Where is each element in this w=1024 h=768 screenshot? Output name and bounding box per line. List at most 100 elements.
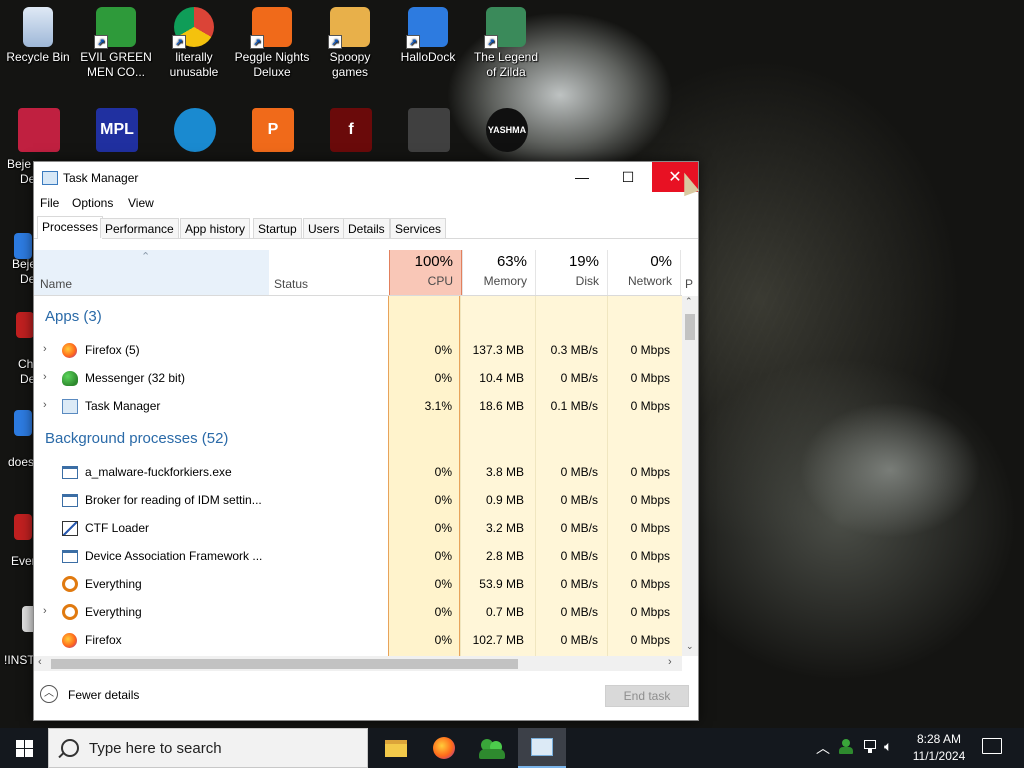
process-cpu-value: 0% — [434, 493, 452, 507]
status-column-label: Status — [274, 277, 309, 291]
expand-chevron-icon[interactable]: › — [43, 343, 47, 355]
process-row[interactable]: › Messenger (32 bit) 0% 10.4 MB 0 MB/s 0 Mbps — [34, 364, 682, 392]
network-column-header[interactable]: 0% Network — [607, 250, 680, 295]
title-bar[interactable]: Task Manager — ☐ ✕ — [34, 162, 698, 193]
everything-search-icon — [62, 576, 78, 592]
task-manager-icon — [531, 738, 553, 756]
process-row[interactable]: Broker for reading of IDM settin... 0% 0.9… — [34, 486, 682, 514]
disk-column-header[interactable]: 19% Disk — [535, 250, 607, 295]
network-icon[interactable] — [863, 740, 879, 754]
group-header-background[interactable]: Background processes (52) — [45, 430, 228, 447]
vertical-scroll-thumb[interactable] — [685, 314, 695, 340]
desktop-icon[interactable]: ↗ literally unusable — [156, 7, 232, 80]
notification-center-icon[interactable] — [982, 738, 1002, 754]
edge-icon[interactable] — [174, 108, 216, 152]
file-explorer-taskbar-button[interactable] — [372, 728, 420, 768]
maximize-button[interactable]: ☐ — [605, 162, 651, 192]
start-button[interactable] — [0, 728, 48, 768]
collapse-chevron-icon[interactable]: ︿ — [40, 685, 58, 703]
desktop-icon-label: !INST — [4, 653, 35, 667]
minimize-button[interactable]: — — [559, 162, 605, 192]
task-manager-taskbar-button[interactable] — [518, 728, 566, 768]
tab-startup[interactable]: Startup — [253, 218, 302, 238]
memory-label: Memory — [483, 274, 527, 288]
desktop-icon[interactable]: Recycle Bin — [0, 7, 76, 65]
expand-chevron-icon[interactable]: › — [43, 371, 47, 383]
process-row[interactable]: Everything 0% 53.9 MB 0 MB/s 0 Mbps — [34, 570, 682, 598]
horizontal-scroll-thumb[interactable] — [51, 659, 518, 669]
tab-performance[interactable]: Performance — [100, 218, 179, 238]
scroll-down-icon[interactable]: ⌄ — [686, 641, 694, 652]
desktop-icon-label: Recycle Bin — [6, 50, 70, 64]
process-network-value: 0 Mbps — [630, 465, 670, 479]
messenger-tray-icon[interactable] — [838, 739, 854, 755]
volume-icon[interactable]: 🔈︎ — [884, 738, 892, 755]
process-name: Broker for reading of IDM settin... — [85, 493, 262, 507]
desktop-icon[interactable]: ↗ HalloDock — [390, 7, 466, 65]
messenger-people-icon: ↗ — [94, 7, 136, 49]
process-network-value: 0 Mbps — [630, 549, 670, 563]
process-row[interactable]: › Task Manager 3.1% 18.6 MB 0.1 MB/s 0 Mbps — [34, 392, 682, 420]
firefox-taskbar-button[interactable] — [420, 728, 468, 768]
scroll-up-icon[interactable]: ⌃ — [685, 296, 693, 307]
process-row[interactable]: Firefox 0% 102.7 MB 0 MB/s 0 Mbps — [34, 626, 682, 654]
tab-users[interactable]: Users — [303, 218, 345, 238]
clock[interactable]: 8:28 AM 11/1/2024 — [900, 731, 978, 765]
menu-view[interactable]: View — [128, 196, 154, 210]
mpl-icon[interactable]: MPL — [96, 108, 138, 152]
desktop-icon[interactable]: ↗ EVIL GREEN MEN CO... — [78, 7, 154, 80]
menu-options[interactable]: Options — [72, 196, 113, 210]
desktop-icon[interactable]: ↗ The Legend of Zilda — [468, 7, 544, 80]
messenger-taskbar-button[interactable] — [468, 728, 516, 768]
tab-services[interactable]: Services — [390, 218, 447, 238]
process-cpu-value: 0% — [434, 549, 452, 563]
tab-processes[interactable]: Processes — [37, 216, 104, 239]
peggle-icon[interactable]: P — [252, 108, 294, 152]
process-memory-value: 0.7 MB — [485, 605, 524, 619]
desktop-icon-label: Ch — [18, 357, 34, 371]
chevron-up-icon[interactable]: ︿ — [816, 738, 830, 758]
taskbar-search-box[interactable]: Type here to search — [48, 728, 368, 768]
memory-column-header[interactable]: 63% Memory — [462, 250, 535, 295]
process-memory-value: 18.6 MB — [479, 399, 524, 413]
status-column-header[interactable]: Status — [269, 250, 389, 295]
group-header-apps[interactable]: Apps (3) — [45, 308, 102, 325]
end-task-button[interactable]: End task — [605, 685, 689, 707]
process-row[interactable]: › Firefox (5) 0% 137.3 MB 0.3 MB/s 0 Mbps — [34, 336, 682, 364]
yashma-icon[interactable]: YASHMA — [486, 108, 528, 152]
process-name: CTF Loader — [85, 521, 150, 535]
expand-chevron-icon[interactable]: › — [43, 605, 47, 617]
expand-chevron-icon[interactable]: › — [43, 399, 47, 411]
desktop-icon[interactable]: ↗ Peggle Nights Deluxe — [234, 7, 310, 80]
process-row[interactable]: a_malware-fuckforkiers.exe 0% 3.8 MB 0 MB/s… — [34, 458, 682, 486]
process-cpu-value: 0% — [434, 633, 452, 647]
flash-icon[interactable]: f — [330, 108, 372, 152]
process-row[interactable]: CTF Loader 0% 3.2 MB 0 MB/s 0 Mbps — [34, 514, 682, 542]
power-column-header[interactable]: P — [680, 250, 693, 295]
desktop-shortcut-icon[interactable] — [14, 410, 32, 436]
process-row[interactable]: › Everything 0% 0.7 MB 0 MB/s 0 Mbps — [34, 598, 682, 626]
desktop-shortcut-icon[interactable] — [14, 514, 32, 540]
process-name: Messenger (32 bit) — [85, 371, 186, 385]
desktop-icon-label: does — [8, 455, 35, 469]
desktop-shortcut-icon[interactable] — [14, 233, 32, 259]
gamepad-shortcut-icon[interactable] — [408, 108, 450, 152]
column-header: ⌃ Name Status 100% CPU 63% Memory 19% Di… — [34, 250, 693, 296]
process-memory-value: 0.9 MB — [485, 493, 524, 507]
cpu-column-header[interactable]: 100% CPU — [389, 250, 462, 295]
tab-details[interactable]: Details — [343, 218, 390, 238]
desktop-icon-label: Peggle Nights Deluxe — [234, 50, 310, 79]
fewer-details-link[interactable]: Fewer details — [68, 688, 139, 702]
scroll-right-icon[interactable]: › — [668, 656, 672, 668]
desktop-icon[interactable]: ↗ Spoopy games — [312, 7, 388, 80]
process-row[interactable]: Device Association Framework ... 0% 2.8 MB… — [34, 542, 682, 570]
bejeweled-icon[interactable] — [18, 108, 60, 152]
vertical-scrollbar[interactable]: ⌃ ⌄ — [682, 296, 698, 656]
menu-file[interactable]: File — [40, 196, 59, 210]
tab-app-history[interactable]: App history — [180, 218, 251, 238]
process-name: Firefox — [85, 633, 122, 647]
horizontal-scrollbar[interactable]: ‹ › — [34, 656, 682, 671]
name-column-header[interactable]: ⌃ Name — [34, 250, 269, 295]
desktop-shortcut-icon[interactable] — [16, 312, 34, 338]
scroll-left-icon[interactable]: ‹ — [38, 656, 42, 668]
